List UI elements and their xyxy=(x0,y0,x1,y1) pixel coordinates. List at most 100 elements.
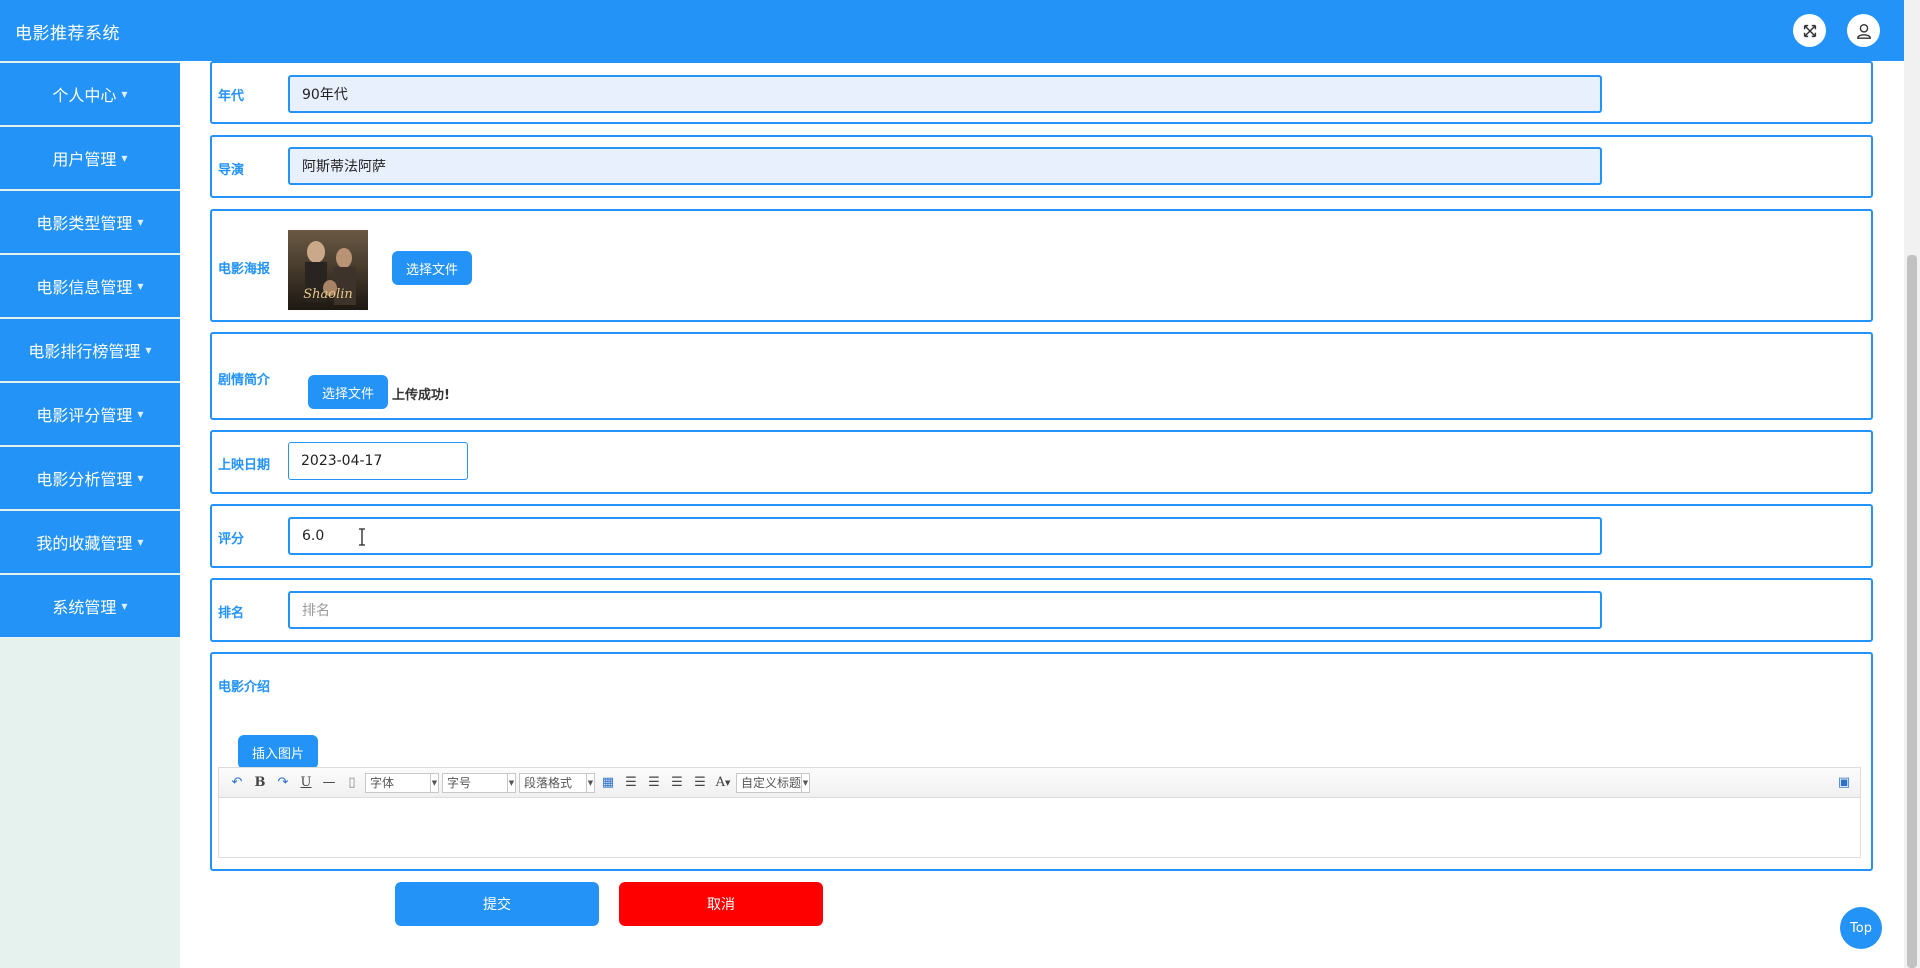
undo-icon[interactable]: ↶ xyxy=(227,773,247,793)
era-label: 年代 xyxy=(218,89,245,104)
sidebar-item-label: 个人中心 xyxy=(52,86,117,105)
release-date-row: 上映日期 2023-04-17 xyxy=(210,430,1873,494)
font-color-icon[interactable]: A ▼ xyxy=(713,773,733,793)
app-title: 电影推荐系统 xyxy=(15,24,120,44)
fullscreen-icon xyxy=(1803,24,1816,37)
era-row: 年代 90年代 xyxy=(210,61,1873,124)
align-center-icon[interactable]: ☰ xyxy=(667,773,687,793)
sidebar: 个人中心 ▼ 用户管理 ▼ 电影类型管理 ▼ 电影信息管理 ▼ 电影排行榜管理 ▼ 电影评… xyxy=(0,61,180,968)
sidebar-item-label: 电影评分管理 xyxy=(36,406,133,425)
sidebar-item-movie-type-management[interactable]: 电影类型管理 ▼ xyxy=(0,191,180,253)
sidebar-item-movie-rating-management[interactable]: 电影评分管理 ▼ xyxy=(0,383,180,445)
movie-intro-label: 电影介绍 xyxy=(218,680,271,695)
page-icon[interactable]: ▯ xyxy=(342,773,362,793)
redo-icon[interactable]: ↷ xyxy=(273,773,293,793)
era-value: 90年代 xyxy=(302,87,348,103)
caret-down-icon: ▼ xyxy=(137,217,144,227)
cancel-button[interactable]: 取消 xyxy=(619,882,823,926)
dropdown-arrow-icon: ▼ xyxy=(507,773,515,792)
release-date-input[interactable]: 2023-04-17 xyxy=(288,442,468,480)
rating-value: 6.0 xyxy=(302,528,325,544)
sidebar-item-label: 电影分析管理 xyxy=(36,470,133,489)
paragraph-format-select[interactable]: 段落格式 ▼ xyxy=(519,772,595,793)
sidebar-item-movie-ranking-management[interactable]: 电影排行榜管理 ▼ xyxy=(0,319,180,381)
page-scrollbar[interactable] xyxy=(1904,0,1920,968)
horizontal-rule-icon[interactable]: — xyxy=(319,773,339,793)
rank-label: 排名 xyxy=(218,606,245,621)
synopsis-choose-file-button[interactable]: 选择文件 xyxy=(308,375,388,409)
sidebar-item-label: 用户管理 xyxy=(52,150,117,169)
sidebar-item-movie-info-management[interactable]: 电影信息管理 ▼ xyxy=(0,255,180,317)
custom-title-select-label: 自定义标题 xyxy=(741,776,802,790)
caret-down-icon: ▼ xyxy=(145,345,152,355)
dropdown-arrow-icon: ▼ xyxy=(801,773,809,792)
caret-down-icon: ▼ xyxy=(121,601,128,611)
font-family-select-label: 字体 xyxy=(370,776,395,790)
back-to-top-button[interactable]: Top xyxy=(1840,907,1882,949)
movie-poster-image: Shaolin xyxy=(288,230,368,310)
caret-down-icon: ▼ xyxy=(137,409,144,419)
director-label: 导演 xyxy=(218,163,245,178)
dropdown-arrow-icon: ▼ xyxy=(430,773,438,792)
release-date-value: 2023-04-17 xyxy=(301,453,383,469)
custom-title-select[interactable]: 自定义标题 ▼ xyxy=(736,772,810,793)
release-date-label: 上映日期 xyxy=(218,458,271,473)
user-icon xyxy=(1856,23,1871,39)
poster-title-text: Shaolin xyxy=(303,287,353,302)
sidebar-item-movie-analysis-management[interactable]: 电影分析管理 ▼ xyxy=(0,447,180,509)
insert-image-button[interactable]: 插入图片 xyxy=(238,735,318,769)
user-button[interactable] xyxy=(1847,14,1880,47)
movie-intro-row: 电影介绍 插入图片 ↶ B ↷ U — ▯ 字体 ▼ 字号 ▼ 段落格式 ▼ ▦ ☰ … xyxy=(210,652,1873,871)
underline-icon[interactable]: U xyxy=(296,773,316,793)
rich-text-editor[interactable]: ↶ B ↷ U — ▯ 字体 ▼ 字号 ▼ 段落格式 ▼ ▦ ☰ ☰ ☰ ☰ A ▼ 自… xyxy=(218,767,1861,858)
sidebar-item-favorites-management[interactable]: 我的收藏管理 ▼ xyxy=(0,511,180,573)
sidebar-item-personal-center[interactable]: 个人中心 ▼ xyxy=(0,63,180,125)
fullscreen-button[interactable] xyxy=(1793,14,1826,47)
poster-artwork: Shaolin xyxy=(288,230,368,310)
rating-input[interactable]: 6.0 xyxy=(288,517,1602,555)
dropdown-arrow-icon: ▼ xyxy=(586,773,594,792)
poster-choose-file-button[interactable]: 选择文件 xyxy=(392,251,472,285)
submit-button[interactable]: 提交 xyxy=(395,882,599,926)
sidebar-item-system-management[interactable]: 系统管理 ▼ xyxy=(0,575,180,637)
caret-down-icon: ▼ xyxy=(137,473,144,483)
editor-toolbar: ↶ B ↷ U — ▯ 字体 ▼ 字号 ▼ 段落格式 ▼ ▦ ☰ ☰ ☰ ☰ A ▼ 自… xyxy=(219,768,1860,798)
poster-row: 电影海报 Shaolin 选择文件 xyxy=(210,209,1873,322)
synopsis-label: 剧情简介 xyxy=(218,373,271,388)
rank-row: 排名 排名 xyxy=(210,578,1873,642)
align-left-icon[interactable]: ☰ xyxy=(621,773,641,793)
table-icon[interactable]: ▦ xyxy=(598,773,618,793)
poster-label: 电影海报 xyxy=(218,262,271,277)
rank-placeholder: 排名 xyxy=(302,603,330,619)
bold-icon[interactable]: B xyxy=(250,773,270,793)
scrollbar-thumb[interactable] xyxy=(1907,255,1917,968)
font-family-select[interactable]: 字体 ▼ xyxy=(365,772,439,793)
rank-input[interactable]: 排名 xyxy=(288,591,1602,629)
era-input[interactable]: 90年代 xyxy=(288,75,1602,113)
preview-icon[interactable]: ▣ xyxy=(1834,773,1854,793)
sidebar-item-label: 系统管理 xyxy=(52,598,117,617)
caret-down-icon: ▼ xyxy=(121,89,128,99)
sidebar-item-label: 电影信息管理 xyxy=(36,278,133,297)
director-input[interactable]: 阿斯蒂法阿萨 xyxy=(288,147,1602,185)
font-size-select[interactable]: 字号 ▼ xyxy=(442,772,516,793)
synopsis-row: 剧情简介 选择文件 上传成功! xyxy=(210,332,1873,420)
caret-down-icon: ▼ xyxy=(137,281,144,291)
director-value: 阿斯蒂法阿萨 xyxy=(302,159,386,175)
text-cursor-icon xyxy=(359,528,365,546)
sidebar-item-user-management[interactable]: 用户管理 ▼ xyxy=(0,127,180,189)
align-right-icon[interactable]: ☰ xyxy=(644,773,664,793)
align-justify-icon[interactable]: ☰ xyxy=(690,773,710,793)
director-row: 导演 阿斯蒂法阿萨 xyxy=(210,135,1873,198)
caret-down-icon: ▼ xyxy=(121,153,128,163)
sidebar-item-label: 我的收藏管理 xyxy=(36,534,133,553)
sidebar-item-label: 电影类型管理 xyxy=(36,214,133,233)
caret-down-icon: ▼ xyxy=(137,537,144,547)
rating-label: 评分 xyxy=(218,532,245,547)
font-size-select-label: 字号 xyxy=(447,776,472,790)
sidebar-item-label: 电影排行榜管理 xyxy=(28,342,141,361)
top-header: 电影推荐系统 xyxy=(0,0,1904,61)
upload-status-text: 上传成功! xyxy=(392,388,450,403)
paragraph-format-select-label: 段落格式 xyxy=(524,776,573,790)
rating-row: 评分 6.0 xyxy=(210,504,1873,568)
